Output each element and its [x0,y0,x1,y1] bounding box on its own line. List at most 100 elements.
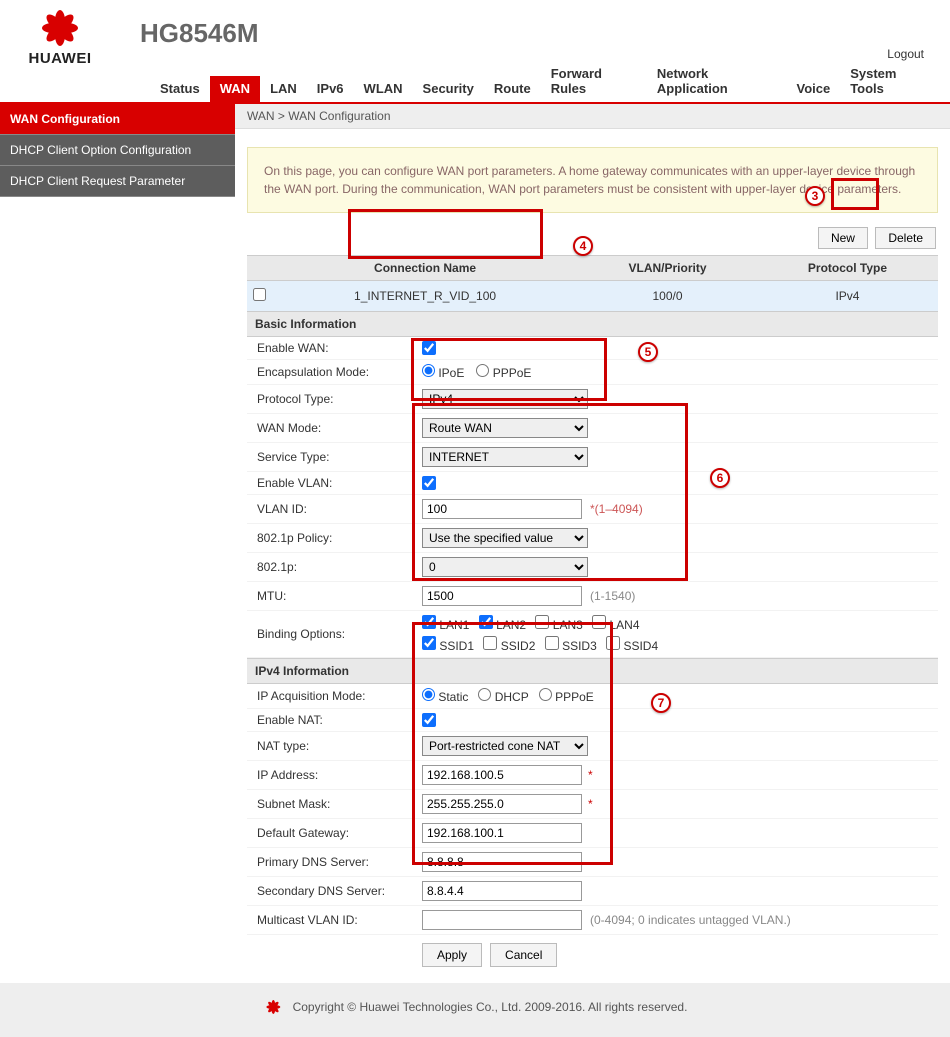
label-subnet: Subnet Mask: [247,797,422,811]
label-enable-vlan: Enable VLAN: [247,476,422,490]
tab-wan[interactable]: WAN [210,76,260,102]
wan-mode-select[interactable]: Route WAN [422,418,588,438]
apply-button[interactable]: Apply [422,943,482,967]
brand-name: HUAWEI [10,50,110,67]
tab-wlan[interactable]: WLAN [354,76,413,102]
label-binding: Binding Options: [247,627,422,641]
content-area: WAN > WAN Configuration On this page, yo… [235,104,950,975]
label-vlan-id: VLAN ID: [247,502,422,516]
label-service-type: Service Type: [247,450,422,464]
tab-security[interactable]: Security [413,76,484,102]
bind-lan1-checkbox[interactable] [422,615,436,629]
brand-logo: HUAWEI [10,8,110,67]
col-conn-name: Connection Name [272,256,578,281]
page-description: On this page, you can configure WAN port… [247,147,938,213]
callout-6: 6 [710,468,730,488]
mvlan-input[interactable] [422,910,582,930]
tab-ipv6[interactable]: IPv6 [307,76,354,102]
tab-systools[interactable]: System Tools [840,61,940,102]
gateway-input[interactable] [422,823,582,843]
required-mark: * [588,797,593,811]
proto-type-select[interactable]: IPv4 [422,389,588,409]
label-encap: Encapsulation Mode: [247,365,422,379]
label-dns1: Primary DNS Server: [247,855,422,869]
ipacq-dhcp-radio[interactable] [478,688,491,701]
dns1-input[interactable] [422,852,582,872]
cell-vlan: 100/0 [578,281,757,312]
mtu-input[interactable] [422,586,582,606]
sidebar-item-dhcp-request[interactable]: DHCP Client Request Parameter [0,166,235,197]
label-8021p: 802.1p: [247,560,422,574]
enable-vlan-checkbox[interactable] [422,476,436,490]
label-ip-acq: IP Acquisition Mode: [247,689,422,703]
cell-proto: IPv4 [757,281,938,312]
ip-address-input[interactable] [422,765,582,785]
enable-nat-checkbox[interactable] [422,713,436,727]
vlan-id-input[interactable] [422,499,582,519]
cancel-button[interactable]: Cancel [490,943,557,967]
bind-ssid2-checkbox[interactable] [483,636,497,650]
ipacq-static-radio[interactable] [422,688,435,701]
toolbar: New Delete [235,221,950,255]
breadcrumb: WAN > WAN Configuration [235,104,950,129]
cell-conn-name: 1_INTERNET_R_VID_100 [272,281,578,312]
copyright-text: Copyright © Huawei Technologies Co., Ltd… [293,1000,688,1014]
delete-button[interactable]: Delete [875,227,936,249]
callout-3: 3 [805,186,825,206]
col-proto-type: Protocol Type [757,256,938,281]
label-mvlan: Multicast VLAN ID: [247,913,422,927]
label-policy: 802.1p Policy: [247,531,422,545]
label-gateway: Default Gateway: [247,826,422,840]
required-mark: * [588,768,593,782]
header: HUAWEI HG8546M Logout [0,0,950,67]
label-enable-wan: Enable WAN: [247,341,422,355]
dns2-input[interactable] [422,881,582,901]
enable-wan-checkbox[interactable] [422,341,436,355]
tab-route[interactable]: Route [484,76,541,102]
label-proto-type: Protocol Type: [247,392,422,406]
tab-lan[interactable]: LAN [260,76,307,102]
encap-ipoe-radio[interactable] [422,364,435,377]
label-mtu: MTU: [247,589,422,603]
huawei-flower-icon [36,8,84,48]
callout-7: 7 [651,693,671,713]
section-ipv4: IPv4 Information [247,658,938,684]
bind-lan3-checkbox[interactable] [535,615,549,629]
vlan-id-hint: *(1–4094) [590,502,643,516]
tab-netapp[interactable]: Network Application [647,61,787,102]
encap-pppoe-radio[interactable] [476,364,489,377]
callout-4: 4 [573,236,593,256]
p8021-select[interactable]: 0 [422,557,588,577]
bind-ssid4-checkbox[interactable] [606,636,620,650]
mtu-hint: (1-1540) [590,589,635,603]
top-nav: Status WAN LAN IPv6 WLAN Security Route … [0,61,950,104]
service-type-select[interactable]: INTERNET [422,447,588,467]
bind-lan4-checkbox[interactable] [592,615,606,629]
new-button[interactable]: New [818,227,868,249]
footer: Copyright © Huawei Technologies Co., Ltd… [0,983,950,1037]
model-title: HG8546M [140,18,887,67]
label-dns2: Secondary DNS Server: [247,884,422,898]
ipacq-pppoe-radio[interactable] [539,688,552,701]
tab-status[interactable]: Status [150,76,210,102]
subnet-input[interactable] [422,794,582,814]
sidebar-item-wan-config[interactable]: WAN Configuration [0,104,235,135]
col-vlan: VLAN/Priority [578,256,757,281]
label-enable-nat: Enable NAT: [247,713,422,727]
mvlan-hint: (0-4094; 0 indicates untagged VLAN.) [590,913,791,927]
bind-ssid3-checkbox[interactable] [545,636,559,650]
bind-lan2-checkbox[interactable] [479,615,493,629]
tab-forward[interactable]: Forward Rules [541,61,647,102]
table-row[interactable]: 1_INTERNET_R_VID_100 100/0 IPv4 [247,281,938,312]
sidebar-item-dhcp-option[interactable]: DHCP Client Option Configuration [0,135,235,166]
bind-ssid1-checkbox[interactable] [422,636,436,650]
nat-type-select[interactable]: Port-restricted cone NAT [422,736,588,756]
connection-table: Connection Name VLAN/Priority Protocol T… [247,255,938,311]
label-wan-mode: WAN Mode: [247,421,422,435]
policy-select[interactable]: Use the specified value [422,528,588,548]
sidebar: WAN Configuration DHCP Client Option Con… [0,104,235,975]
huawei-flower-icon [266,1000,280,1014]
callout-5: 5 [638,342,658,362]
tab-voice[interactable]: Voice [786,76,840,102]
row-select-checkbox[interactable] [253,288,266,301]
